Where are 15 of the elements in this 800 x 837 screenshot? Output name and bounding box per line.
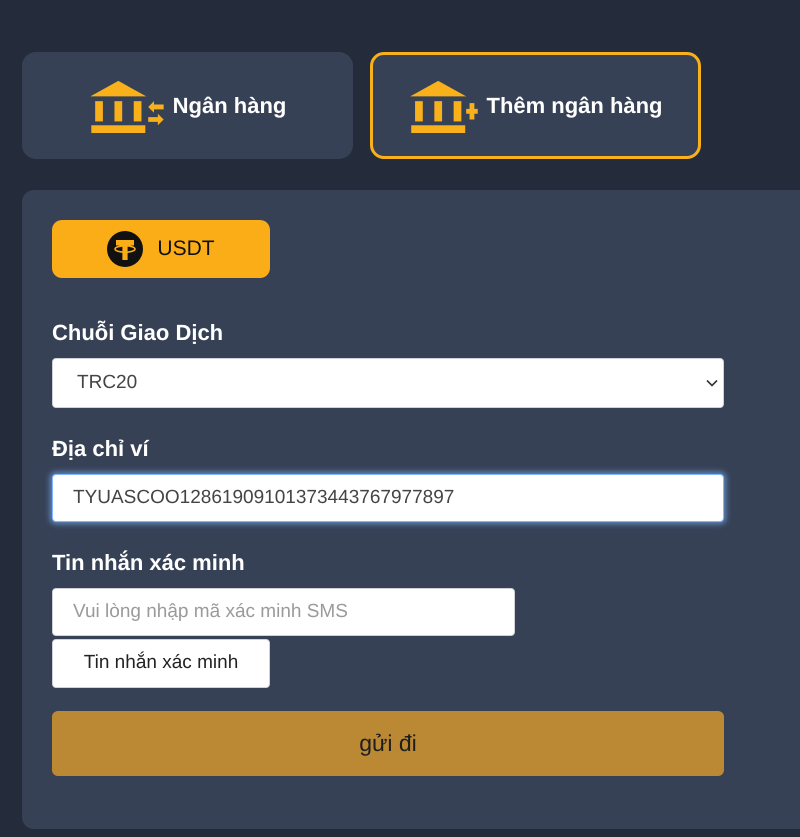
chain-select[interactable]: TRC20 [52, 358, 724, 408]
submit-button[interactable]: gửi đi [52, 711, 724, 776]
currency-button[interactable]: USDT [52, 220, 270, 278]
bank-plus-icon [408, 78, 478, 132]
field-label: Địa chỉ ví [52, 435, 150, 463]
field-label: Tin nhắn xác minh [52, 549, 246, 577]
chevron-down-icon [706, 377, 718, 389]
bank-tab[interactable]: Thêm ngân hàng [370, 52, 701, 159]
wallet-address-field[interactable]: TYUASCOO12861909101373443767977897 [52, 474, 724, 522]
coin-icon [107, 231, 144, 267]
bank-arrows-icon [88, 78, 165, 132]
send-sms-button[interactable]: Tin nhắn xác minh [52, 639, 270, 688]
sms-code-field[interactable]: Vui lòng nhập mã xác minh SMS [52, 588, 515, 636]
field-label: Chuỗi Giao Dịch [52, 319, 224, 347]
bank-tab[interactable]: Ngân hàng [22, 52, 353, 159]
